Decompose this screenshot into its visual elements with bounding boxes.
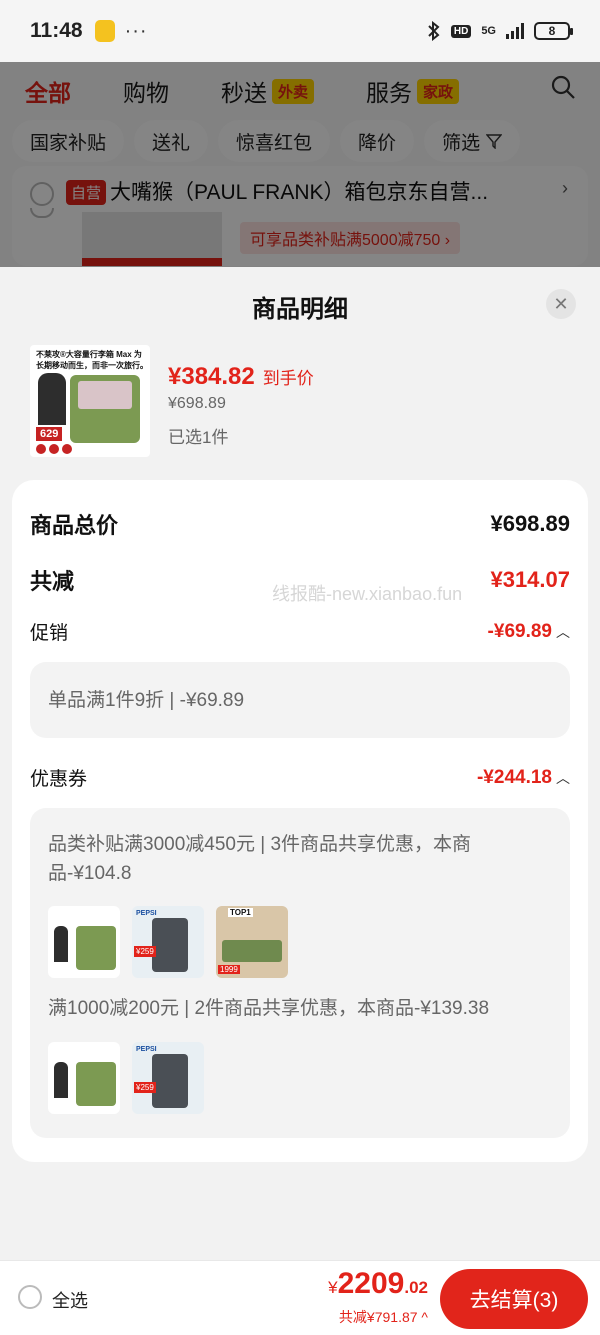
coupon-thumb-bed[interactable]: TOP1 1999 bbox=[216, 906, 288, 978]
selected-count: 已选1件 bbox=[168, 428, 229, 447]
promo-value: -¥69.89 bbox=[487, 620, 552, 642]
thumb-price: ¥259 bbox=[134, 946, 156, 957]
total-currency: ¥ bbox=[328, 1278, 338, 1297]
reduce-value: ¥314.07 bbox=[490, 567, 570, 592]
final-price-label: 到手价 bbox=[262, 369, 314, 388]
product-image-badges bbox=[36, 444, 72, 454]
battery-level: 8 bbox=[548, 24, 556, 38]
hd-icon: HD bbox=[450, 24, 472, 38]
sheet-title: 商品明细 bbox=[252, 296, 348, 323]
more-dots-icon: ··· bbox=[124, 19, 148, 42]
select-all-checkbox[interactable] bbox=[18, 1285, 42, 1309]
coupon-detail-box: 品类补贴满3000减450元 | 3件商品共享优惠，本商 品-¥104.8 PE… bbox=[30, 808, 570, 1138]
coupon-thumb-green-suitcase-2[interactable] bbox=[48, 1042, 120, 1114]
final-price-block: ¥384.82 到手价 bbox=[168, 363, 314, 391]
coupon1-line1: 品类补贴满3000减450元 | 3件商品共享优惠，本商 bbox=[48, 834, 472, 855]
total-integer: 2209 bbox=[337, 1267, 405, 1300]
notification-icon bbox=[94, 20, 115, 42]
promo-row[interactable]: 促销 -¥69.89 ︿ bbox=[30, 618, 570, 645]
coupon-value: -¥244.18 bbox=[476, 766, 552, 788]
coupon-row[interactable]: 优惠券 -¥244.18 ︿ bbox=[30, 764, 570, 791]
total-value: ¥698.89 bbox=[490, 511, 570, 536]
total-price: ¥ 2209 .02 bbox=[328, 1267, 428, 1301]
thumb-brand: PEPSI bbox=[136, 910, 157, 917]
select-all-label[interactable]: 全选 bbox=[52, 1287, 88, 1313]
status-icons: HD 5G 8 bbox=[427, 21, 573, 41]
product-detail-sheet: 商品明细 ✕ 不莱攻®大容量行李箱 Max 为长期移动而生，而非一次旅行。 62… bbox=[0, 267, 600, 1335]
original-price: ¥698.89 bbox=[168, 395, 226, 412]
status-time: 11:48 bbox=[30, 19, 83, 42]
promo-detail: 单品满1件9折 | -¥69.89 bbox=[48, 690, 245, 711]
checkout-bar: 全选 ¥ 2209 .02 共减¥791.87 ^ 去结算(3) bbox=[0, 1260, 600, 1335]
promo-label: 促销 bbox=[30, 623, 69, 644]
promo-detail-box: 单品满1件9折 | -¥69.89 bbox=[30, 662, 570, 738]
coupon-label: 优惠券 bbox=[30, 769, 88, 790]
total-decimal: .02 bbox=[404, 1278, 428, 1297]
coupon-thumb-dark-suitcase[interactable]: PEPSI ¥259 bbox=[132, 906, 204, 978]
battery-icon: 8 bbox=[534, 22, 573, 40]
network-label: 5G bbox=[481, 25, 496, 37]
signal-icon bbox=[506, 23, 524, 39]
final-price: ¥384.82 bbox=[168, 363, 255, 390]
thumb-top-badge: TOP1 bbox=[228, 908, 253, 917]
status-bar: 11:48 ··· HD 5G 8 bbox=[0, 0, 600, 62]
coupon1-line2: 品-¥104.8 bbox=[48, 863, 132, 884]
close-icon: ✕ bbox=[553, 293, 569, 314]
chevron-up-icon[interactable]: ︿ bbox=[556, 622, 570, 642]
checkout-button[interactable]: 去结算(3) bbox=[440, 1269, 588, 1329]
thumb-brand-2: PEPSI bbox=[136, 1046, 157, 1053]
thumb-bed-price: 1999 bbox=[218, 965, 240, 974]
reduce-label: 共减 bbox=[30, 569, 75, 594]
product-image-text: 不莱攻®大容量行李箱 Max 为长期移动而生，而非一次旅行。 bbox=[36, 350, 148, 370]
total-row: 商品总价 ¥698.89 bbox=[30, 508, 570, 540]
watermark: 线报酷-new.xianbao.fun bbox=[272, 584, 463, 604]
thumb-price-2: ¥259 bbox=[134, 1082, 156, 1093]
product-image-price: 629 bbox=[36, 427, 63, 441]
bluetooth-icon bbox=[428, 21, 440, 41]
chevron-up-icon[interactable]: ︿ bbox=[556, 768, 570, 788]
coupon-thumb-green-suitcase[interactable] bbox=[48, 906, 120, 978]
coupon-thumb-dark-suitcase-2[interactable]: PEPSI ¥259 bbox=[132, 1042, 204, 1114]
product-image-suitcase bbox=[70, 375, 140, 443]
modal-overlay[interactable] bbox=[0, 62, 600, 267]
total-saved[interactable]: 共减¥791.87 ^ bbox=[339, 1307, 428, 1327]
product-image-person bbox=[38, 373, 66, 425]
close-button[interactable]: ✕ bbox=[546, 289, 576, 319]
product-image: 不莱攻®大容量行李箱 Max 为长期移动而生，而非一次旅行。 629 bbox=[30, 345, 150, 457]
coupon2-line: 满1000减200元 | 2件商品共享优惠，本商品-¥139.38 bbox=[48, 998, 490, 1019]
total-label: 商品总价 bbox=[30, 513, 119, 538]
